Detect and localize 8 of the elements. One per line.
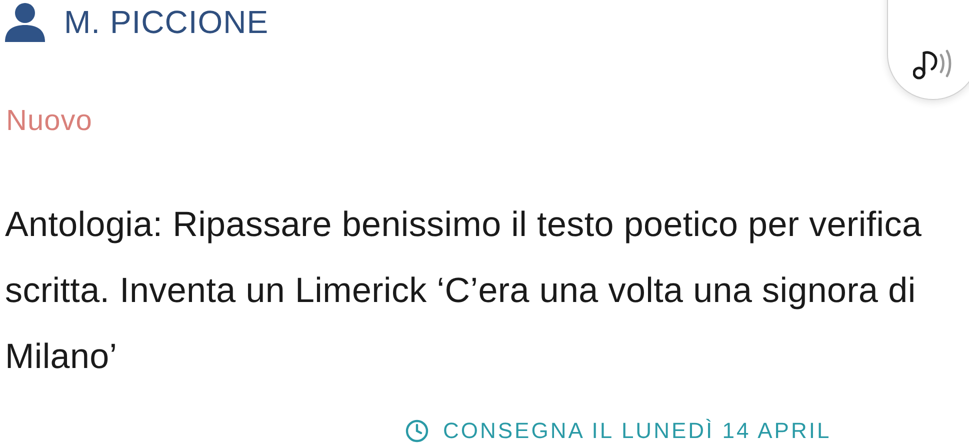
clock-icon [405,418,429,442]
music-note-sound-icon [913,47,953,81]
status-label: Nuovo [6,104,94,139]
homework-description: Antologia: Ripassare benissimo il testo poetico per verifica scritta. Inventa un Limerick ‘C’era una volta una signora di Milano’ [5,204,923,378]
audio-button[interactable] [887,0,969,100]
person-icon [4,2,46,42]
teacher-name: M. PICCIONE [64,3,269,42]
due-date: CONSEGNA IL LUNEDÌ 14 APRIL [443,417,832,443]
